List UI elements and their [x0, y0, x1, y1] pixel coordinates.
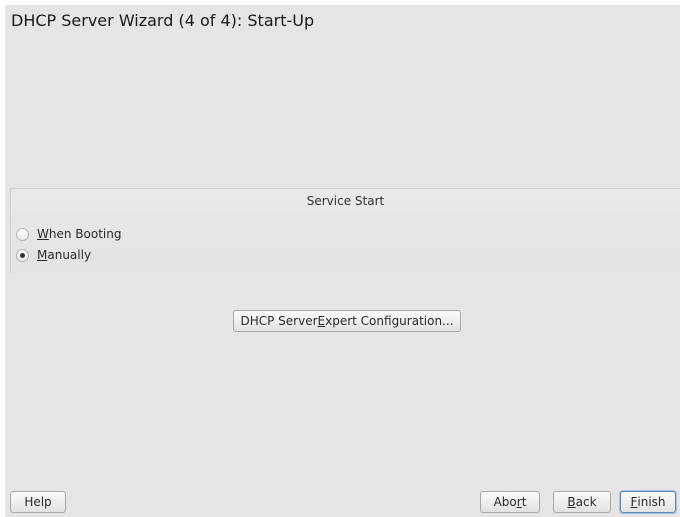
- wizard-title: DHCP Server Wizard (4 of 4): Start-Up: [11, 11, 315, 30]
- radio-when-booting-indicator[interactable]: [16, 227, 29, 241]
- finish-button[interactable]: Finish: [620, 491, 676, 513]
- service-start-group: Service Start When Booting Manually: [10, 188, 680, 273]
- service-start-title: Service Start: [306, 194, 385, 208]
- abort-button[interactable]: Abo r t: [480, 491, 540, 513]
- radio-when-booting[interactable]: When Booting: [16, 225, 121, 243]
- radio-when-booting-label: When Booting: [37, 227, 122, 241]
- wizard-window: DHCP Server Wizard (4 of 4): Start-Up Se…: [5, 5, 680, 517]
- dhcp-expert-configuration-button[interactable]: DHCP Server Expert Configuration...: [233, 310, 461, 332]
- back-button[interactable]: Back: [553, 491, 611, 513]
- radio-manually-indicator[interactable]: [16, 248, 29, 262]
- radio-manually-label: Manually: [37, 248, 92, 262]
- radio-manually[interactable]: Manually: [16, 246, 91, 264]
- help-button[interactable]: Help: [10, 491, 66, 513]
